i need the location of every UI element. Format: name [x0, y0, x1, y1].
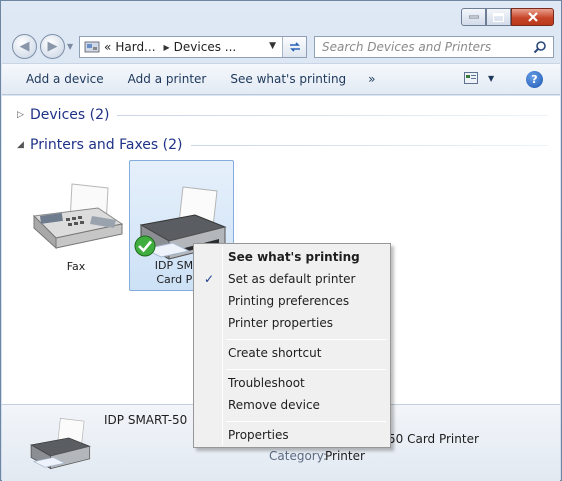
refresh-icon	[289, 42, 300, 52]
minimize-button[interactable]	[461, 8, 486, 26]
search-placeholder: Search Devices and Printers	[322, 40, 492, 54]
history-dropdown-icon[interactable]: ▼	[67, 42, 73, 51]
navigation-bar: ◀ ▶ ▼ « Hard... ▶ Devices ... ▼ Search D…	[1, 31, 561, 61]
expand-triangle-icon[interactable]: ▷	[17, 110, 27, 120]
menu-item-label: Printing preferences	[228, 294, 350, 308]
details-model: 50 Card Printer	[388, 432, 479, 446]
fax-icon	[32, 183, 124, 250]
search-input[interactable]: Search Devices and Printers	[314, 36, 554, 58]
close-button[interactable]	[511, 8, 554, 26]
maximize-icon	[493, 12, 504, 22]
close-icon	[527, 12, 538, 22]
group-divider	[190, 144, 548, 146]
menu-item-label: Properties	[228, 428, 289, 442]
change-view-button[interactable]: ▼	[464, 72, 494, 84]
view-dropdown-icon: ▼	[488, 73, 495, 83]
back-button[interactable]: ◀	[12, 34, 37, 59]
maximize-button[interactable]	[486, 8, 511, 26]
control-panel-icon	[84, 41, 100, 53]
group-printers-title: Printers and Faxes (2)	[30, 137, 183, 153]
menu-item-printer-properties[interactable]: Printer properties	[196, 312, 388, 334]
menu-item-remove-device[interactable]: Remove device	[196, 394, 388, 416]
back-arrow-icon: ◀	[19, 39, 30, 54]
menu-item-label: Create shortcut	[228, 346, 322, 360]
context-menu: See what's printing ✓ Set as default prin…	[193, 243, 391, 448]
address-bar[interactable]: « Hard... ▶ Devices ... ▼	[79, 36, 307, 58]
caption-buttons	[461, 8, 554, 26]
help-icon: ?	[531, 73, 538, 86]
menu-item-label: Set as default printer	[228, 272, 356, 286]
address-dropdown-icon[interactable]: ▼	[269, 41, 276, 51]
menu-item-troubleshoot[interactable]: Troubleshoot	[196, 372, 388, 394]
add-printer-button[interactable]: Add a printer	[116, 72, 219, 86]
menu-item-set-default[interactable]: ✓ Set as default printer	[196, 268, 388, 290]
checkmark-icon: ✓	[204, 272, 215, 286]
view-icon	[464, 72, 478, 84]
breadcrumb-arrow-icon[interactable]: ▶	[164, 43, 170, 52]
menu-item-label: Troubleshoot	[228, 376, 305, 390]
help-button[interactable]: ?	[526, 71, 543, 88]
menu-item-label: Remove device	[228, 398, 320, 412]
menu-item-printing-preferences[interactable]: Printing preferences	[196, 290, 388, 312]
menu-item-label: Printer properties	[228, 316, 333, 330]
details-device-name: IDP SMART-50	[104, 413, 188, 427]
collapse-triangle-icon[interactable]: ◢	[17, 140, 27, 150]
refresh-button[interactable]	[282, 37, 306, 57]
minimize-icon	[468, 15, 479, 19]
add-device-button[interactable]: Add a device	[2, 72, 116, 86]
default-printer-check-icon	[134, 235, 156, 257]
search-icon[interactable]	[533, 40, 547, 54]
menu-separator	[226, 339, 386, 340]
title-bar	[1, 1, 561, 30]
address-prefix: «	[104, 40, 112, 54]
breadcrumb-hardware[interactable]: Hard...	[115, 40, 155, 54]
details-printer-icon	[30, 418, 91, 470]
more-commands-button[interactable]: »	[358, 72, 385, 86]
command-bar: Add a device Add a printer See what's pr…	[2, 63, 560, 95]
group-devices-title: Devices (2)	[30, 107, 110, 123]
menu-item-create-shortcut[interactable]: Create shortcut	[196, 342, 388, 364]
window: ◀ ▶ ▼ « Hard... ▶ Devices ... ▼ Search D…	[0, 0, 562, 481]
forward-button[interactable]: ▶	[40, 34, 65, 59]
breadcrumb-devices[interactable]: Devices ...	[174, 40, 237, 54]
menu-item-properties[interactable]: Properties	[196, 424, 388, 446]
menu-item-see-whats-printing[interactable]: See what's printing	[196, 246, 388, 268]
menu-separator	[226, 369, 386, 370]
group-devices[interactable]: ▷ Devices (2)	[2, 105, 560, 125]
menu-separator	[226, 421, 386, 422]
forward-arrow-icon: ▶	[47, 39, 58, 54]
group-printers[interactable]: ◢ Printers and Faxes (2)	[2, 135, 560, 155]
details-category-value: Printer	[325, 449, 365, 463]
device-fax[interactable]: Fax	[22, 178, 130, 278]
details-category-label: Category:	[269, 449, 327, 463]
group-divider	[117, 114, 548, 116]
menu-item-label: See what's printing	[228, 250, 360, 264]
fax-label: Fax	[66, 260, 86, 273]
see-whats-printing-button[interactable]: See what's printing	[218, 72, 358, 86]
